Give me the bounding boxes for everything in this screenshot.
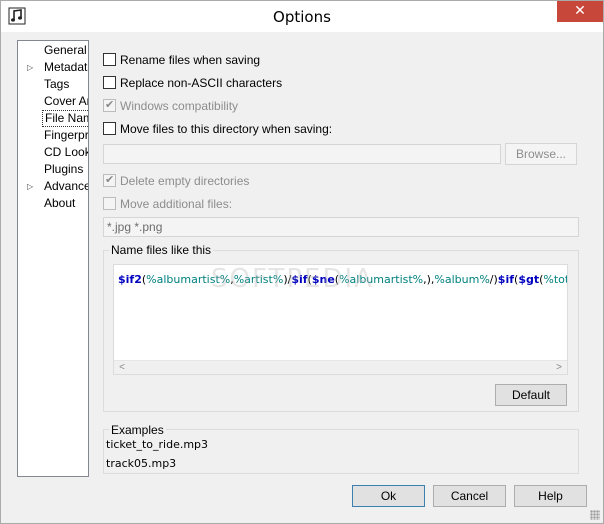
checkbox-label: Move additional files: <box>120 197 233 211</box>
checkbox-box[interactable] <box>103 53 116 66</box>
tree-item-label: About <box>44 196 76 210</box>
naming-group-title: Name files like this <box>109 243 214 257</box>
example-filename: ticket_to_ride.mp3 <box>106 438 209 451</box>
checkbox-label: Rename files when saving <box>120 53 261 67</box>
script-token: $if2 <box>118 273 142 286</box>
tree-item-label: Tags <box>44 77 70 91</box>
script-token: $if <box>497 273 515 286</box>
expand-arrow-icon[interactable]: ▷ <box>27 59 37 76</box>
tree-item-label: General <box>44 43 87 57</box>
expand-arrow-icon[interactable]: ▷ <box>27 178 37 195</box>
checkmark-icon: ✔ <box>105 174 115 186</box>
tree-item-label: Plugins <box>44 162 84 176</box>
options-tree[interactable]: General ▷ Metadata Tags Cover Art File N… <box>17 40 89 477</box>
tree-item-label: Advanced <box>44 179 88 193</box>
checkbox-label: Delete empty directories <box>120 174 250 188</box>
help-button[interactable]: Help <box>514 485 587 507</box>
checkbox-box[interactable] <box>103 76 116 89</box>
options-window: Options ✕ General ▷ Metadata Tags Cover … <box>0 0 604 524</box>
tree-item-label: File Naming <box>42 110 88 127</box>
window-title: Options <box>273 8 331 26</box>
checkbox-label: Replace non-ASCII characters <box>120 76 283 90</box>
tree-item-label: Fingerprinting <box>44 128 89 142</box>
tree-item-label: CD Lookup <box>44 145 88 159</box>
checkbox-box[interactable] <box>103 197 116 210</box>
browse-button[interactable]: Browse... <box>505 143 577 165</box>
script-token: %totaldiscs% <box>543 273 567 286</box>
script-token: $gt <box>518 273 540 286</box>
default-button[interactable]: Default <box>495 384 567 406</box>
checkbox-box[interactable]: ✔ <box>103 174 116 187</box>
resize-grip-icon[interactable] <box>590 510 600 520</box>
checkmark-icon: ✔ <box>105 99 115 111</box>
watermark: SOFTPEDIA <box>211 264 374 294</box>
script-token: ,), <box>423 273 435 286</box>
additional-files-input[interactable]: *.jpg *.png <box>103 217 579 237</box>
scroll-right-icon[interactable]: > <box>552 361 566 374</box>
script-token: /) <box>489 273 498 286</box>
checkbox-box[interactable]: ✔ <box>103 99 116 112</box>
close-icon: ✕ <box>574 3 586 19</box>
example-filename: track05.mp3 <box>106 457 177 470</box>
ok-button[interactable]: Ok <box>352 485 425 507</box>
examples-group-title: Examples <box>109 423 166 437</box>
title-bar: Options ✕ <box>1 1 603 32</box>
scroll-left-icon[interactable]: < <box>115 361 129 374</box>
checkbox-box[interactable] <box>103 122 116 135</box>
script-token: %album% <box>434 273 490 286</box>
cancel-button[interactable]: Cancel <box>433 485 506 507</box>
checkbox-label: Windows compatibility <box>120 99 239 113</box>
checkbox-label: Move files to this directory when saving… <box>120 122 333 136</box>
close-button[interactable]: ✕ <box>557 1 603 22</box>
tree-item-label: Metadata <box>44 60 88 74</box>
tree-item-label: Cover Art <box>44 94 88 108</box>
horizontal-scrollbar[interactable]: < > <box>114 360 567 374</box>
move-directory-input[interactable] <box>103 144 501 164</box>
